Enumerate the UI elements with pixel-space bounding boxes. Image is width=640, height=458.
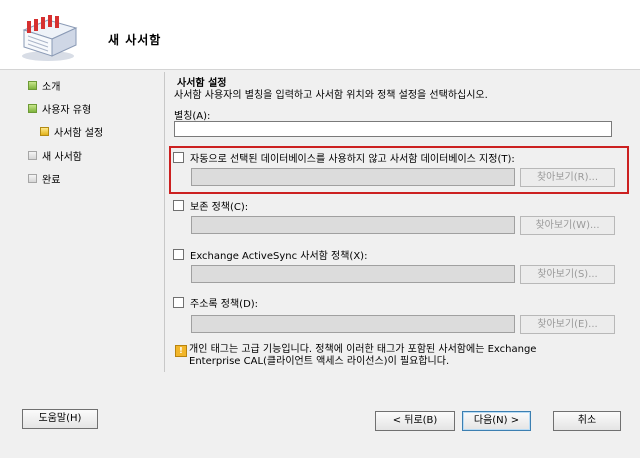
activesync-field xyxy=(191,265,515,283)
info-message: 개인 태그는 고급 기능입니다. 정책에 이러한 태그가 포함된 사서함에는 E… xyxy=(189,344,536,368)
step-done-icon xyxy=(28,80,37,90)
wizard-title: 새 사서함 xyxy=(108,33,162,47)
address-book-field xyxy=(191,315,515,333)
browse-activesync-button: 찾아보기(S)... xyxy=(520,265,615,284)
nav-step-mailbox-settings: 사서함 설정 xyxy=(40,124,104,139)
section-description: 사서함 사용자의 별칭을 입력하고 사서함 위치와 정책 설정을 선택하십시오. xyxy=(174,90,488,101)
alias-input[interactable] xyxy=(174,121,612,137)
activesync-label: Exchange ActiveSync 사서함 정책(X): xyxy=(190,251,368,262)
back-button[interactable]: < 뒤로(B) xyxy=(375,411,455,431)
database-checkbox[interactable] xyxy=(173,152,184,163)
nav-step-new-mailbox: 새 사서함 xyxy=(28,148,82,163)
option-retention: 보존 정책(C): xyxy=(173,198,248,213)
nav-step-user-type: 사용자 유형 xyxy=(28,101,92,116)
browse-address-book-button: 찾아보기(E)... xyxy=(520,315,615,334)
option-activesync: Exchange ActiveSync 사서함 정책(X): xyxy=(173,247,367,262)
nav-step-label: 사서함 설정 xyxy=(54,127,104,139)
database-label: 자동으로 선택된 데이터베이스를 사용하지 않고 사서함 데이터베이스 지정(T… xyxy=(190,154,515,165)
retention-field xyxy=(191,216,515,234)
nav-step-label: 완료 xyxy=(42,174,61,186)
step-pending-icon xyxy=(28,150,37,160)
database-field xyxy=(191,168,515,186)
option-database: 자동으로 선택된 데이터베이스를 사용하지 않고 사서함 데이터베이스 지정(T… xyxy=(173,150,515,165)
nav-step-label: 소개 xyxy=(42,81,61,93)
activesync-checkbox[interactable] xyxy=(173,249,184,260)
retention-label: 보존 정책(C): xyxy=(190,202,249,213)
mailbox-wizard-icon xyxy=(22,15,78,61)
address-book-label: 주소록 정책(D): xyxy=(190,299,259,310)
alias-label: 별칭(A): xyxy=(174,111,211,122)
next-button[interactable]: 다음(N) > xyxy=(462,411,531,431)
mailbox-settings-panel: 사서함 설정 사서함 사용자의 별칭을 입력하고 사서함 위치와 정책 설정을 … xyxy=(164,72,629,372)
nav-step-label: 새 사서함 xyxy=(42,151,82,163)
step-done-icon xyxy=(28,103,37,113)
browse-retention-button: 찾아보기(W)... xyxy=(520,216,615,235)
info-line-2: Enterprise CAL(클라이언트 액세스 라이선스)이 필요합니다. xyxy=(189,356,450,367)
step-pending-icon xyxy=(28,173,37,183)
nav-step-label: 사용자 유형 xyxy=(42,104,92,116)
wizard-header: 새 사서함 xyxy=(0,0,640,70)
help-button[interactable]: 도움말(H) xyxy=(22,409,98,429)
cancel-button[interactable]: 취소 xyxy=(553,411,621,431)
option-address-book: 주소록 정책(D): xyxy=(173,295,258,310)
nav-step-intro: 소개 xyxy=(28,78,61,93)
address-book-checkbox[interactable] xyxy=(173,297,184,308)
info-warning-icon: ! xyxy=(175,345,187,357)
info-line-1: 개인 태그는 고급 기능입니다. 정책에 이러한 태그가 포함된 사서함에는 E… xyxy=(189,344,537,355)
nav-step-complete: 완료 xyxy=(28,171,61,186)
step-current-icon xyxy=(40,126,49,136)
retention-checkbox[interactable] xyxy=(173,200,184,211)
browse-database-button: 찾아보기(R)... xyxy=(520,168,615,187)
